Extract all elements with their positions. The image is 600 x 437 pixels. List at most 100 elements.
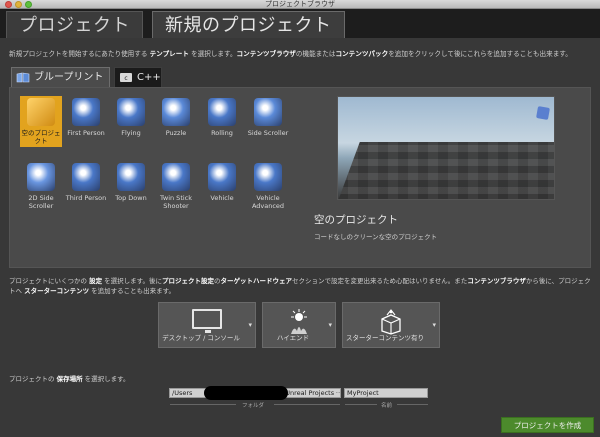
instruction-keyword: 設定 — [89, 277, 103, 285]
twin-stick-icon — [162, 163, 190, 191]
platform-label: デスクトップ / コンソール — [162, 334, 240, 342]
create-project-button[interactable]: プロジェクトを作成 — [501, 417, 594, 433]
location-instructions: プロジェクトの 保存場所 を選択します。 — [9, 373, 130, 383]
template-tile[interactable]: 2D Side Scroller — [20, 161, 62, 210]
title-bar: プロジェクトブラウザ — [0, 0, 600, 9]
quality-dropdown[interactable]: ハイエンド ▾ — [262, 302, 336, 348]
starter-content-label: スターターコンテンツ有り — [346, 334, 424, 342]
instruction-keyword: 保存場所 — [56, 375, 83, 383]
instruction-text: セクションで設定を変更出来るため心配はいりません。また — [292, 277, 468, 285]
vehicle-advanced-icon — [254, 163, 282, 191]
template-preview-image — [337, 96, 555, 200]
main-tab-bar: プロジェクト 新規のプロジェクト — [0, 9, 600, 38]
2d-side-scroller-icon — [27, 163, 55, 191]
template-tile[interactable]: Puzzle — [155, 96, 197, 137]
monitor-icon — [192, 309, 222, 333]
blank-folder-icon — [27, 98, 55, 126]
puzzle-icon — [162, 98, 190, 126]
template-tile[interactable]: Twin Stick Shooter — [155, 161, 197, 210]
instruction-text: プロジェクトにいくつかの — [9, 277, 90, 285]
browse-folder-button[interactable]: … — [335, 388, 341, 398]
divider — [170, 404, 236, 405]
preview-floor-grid — [338, 142, 554, 199]
template-tile-label: Flying — [121, 129, 141, 137]
divider — [345, 404, 377, 405]
instruction-keyword: プロジェクト設定 — [162, 277, 214, 285]
instruction-text: を選択します。後に — [102, 277, 162, 285]
side-scroller-icon — [254, 98, 282, 126]
template-tile[interactable]: Vehicle — [201, 161, 243, 202]
instruction-text: を選択します。 — [82, 375, 130, 383]
instruction-keyword: スターターコンテンツ — [24, 286, 90, 295]
template-tile-label: Third Person — [65, 194, 107, 202]
instruction-text: プロジェクトの — [9, 375, 57, 383]
folder-label: フォルダ — [242, 403, 265, 409]
template-tile-label: Vehicle Advanced — [251, 194, 285, 210]
template-tile-label: Twin Stick Shooter — [159, 194, 193, 210]
window-title: プロジェクトブラウザ — [265, 0, 335, 8]
instruction-keyword: コンテンツパック — [335, 50, 389, 58]
instruction-text: を追加することも出来ます。 — [89, 286, 175, 295]
tab-new-project[interactable]: 新規のプロジェクト — [152, 11, 345, 38]
starter-content-dropdown[interactable]: スターターコンテンツ有り ▾ — [342, 302, 440, 348]
template-tile-label: Vehicle — [210, 194, 234, 202]
template-tile[interactable]: First Person — [65, 96, 107, 137]
rolling-icon — [208, 98, 236, 126]
subtab-blueprint[interactable]: ブループリント — [11, 67, 110, 87]
chevron-down-icon: ▾ — [432, 321, 436, 329]
quality-label: ハイエンド — [276, 334, 310, 342]
divider — [274, 404, 340, 405]
project-browser-window: プロジェクトブラウザ プロジェクト 新規のプロジェクト 新規プロジェクトを開始す… — [0, 0, 600, 437]
cpp-icon: c — [120, 73, 132, 82]
top-down-icon — [117, 163, 145, 191]
selected-template-name: 空のプロジェクト — [314, 214, 398, 226]
template-tile-label: First Person — [67, 129, 105, 137]
instruction-keyword: コンテンツブラウザ — [236, 50, 296, 58]
instruction-text: を選択します。 — [188, 50, 237, 58]
template-tile[interactable]: Top Down — [110, 161, 152, 202]
flying-icon — [117, 98, 145, 126]
template-tile-label: Rolling — [211, 129, 233, 137]
project-name-input[interactable]: MyProject — [344, 388, 428, 398]
folder-path-prefix: /Users — [172, 389, 193, 397]
blueprint-badge-icon — [536, 106, 550, 120]
first-person-icon — [72, 98, 100, 126]
template-tile-label: Side Scroller — [247, 129, 289, 137]
name-label: 名前 — [381, 403, 393, 409]
folder-path-suffix: /Unreal Projects — [283, 389, 335, 397]
tab-projects[interactable]: プロジェクト — [6, 11, 143, 38]
instruction-keyword: コンテンツブラウザ — [467, 277, 526, 285]
instruction-text: を追加をクリックして後にこれらを追加することも出来ます。 — [388, 50, 572, 58]
subtab-cpp[interactable]: c C++ — [114, 67, 162, 87]
template-tile[interactable]: Rolling — [201, 96, 243, 137]
subtab-cpp-label: C++ — [137, 72, 161, 83]
template-tile-label: Top Down — [115, 194, 147, 202]
vehicle-icon — [208, 163, 236, 191]
svg-text:c: c — [124, 75, 127, 82]
template-panel: 空のプロジェクト First Person Flying Puzzle Rolling S… — [9, 87, 591, 268]
template-tile[interactable]: 空のプロジェクト — [20, 96, 62, 147]
chevron-down-icon: ▾ — [328, 321, 332, 329]
chevron-down-icon: ▾ — [248, 321, 252, 329]
selected-template-description: コードなしのクリーンな空のプロジェクト — [314, 233, 438, 241]
template-tile-label: 2D Side Scroller — [28, 194, 54, 210]
template-tile-label: 空のプロジェクト — [21, 129, 61, 145]
template-tile-label: Puzzle — [165, 129, 187, 137]
instruction-keyword: ターゲットハードウェア — [220, 277, 293, 285]
redaction-mark — [204, 386, 288, 400]
template-tile[interactable]: Vehicle Advanced — [247, 161, 289, 210]
blueprint-icon — [16, 72, 30, 83]
template-instructions: 新規プロジェクトを開始するにあたり使用する テンプレート を選択します。コンテン… — [9, 48, 572, 58]
template-tile[interactable]: Side Scroller — [247, 96, 289, 137]
instruction-text: の機能または — [295, 50, 336, 58]
new-project-content: 新規プロジェクトを開始するにあたり使用する テンプレート を選択します。コンテン… — [0, 38, 600, 437]
project-settings-instructions: プロジェクトにいくつかの 設定 を選択します。後にプロジェクト設定のターゲットハ… — [9, 277, 594, 296]
template-tile[interactable]: Flying — [110, 96, 152, 137]
instruction-text: 新規プロジェクトを開始するにあたり使用する — [9, 50, 150, 58]
platform-dropdown[interactable]: デスクトップ / コンソール ▾ — [158, 302, 256, 348]
instruction-keyword: テンプレート — [149, 50, 189, 58]
third-person-icon — [72, 163, 100, 191]
divider — [397, 404, 428, 405]
template-tile[interactable]: Third Person — [65, 161, 107, 202]
subtab-blueprint-label: ブループリント — [34, 72, 104, 83]
